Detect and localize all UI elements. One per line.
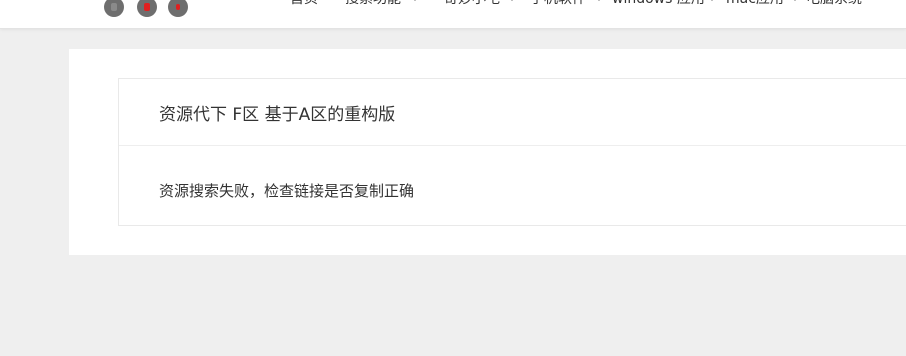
error-message: 资源搜索失败，检查链接是否复制正确	[159, 182, 415, 200]
nav-item-pc-systems[interactable]: 电脑系统	[806, 0, 862, 8]
panel-title: 资源代下 F区 基于A区的重构版	[159, 105, 396, 125]
top-navigation-bar: 首页 搜索功能 奇妙小屯 手机软件 windows 应用 mac应用 电脑系统	[0, 0, 906, 29]
chevron-down-icon	[411, 0, 419, 1]
result-panel: 资源代下 F区 基于A区的重构版 资源搜索失败，检查链接是否复制正确	[118, 78, 906, 226]
nav-item-windows-apps[interactable]: windows 应用	[612, 0, 705, 8]
content-container: 资源代下 F区 基于A区的重构版 资源搜索失败，检查链接是否复制正确	[69, 49, 906, 255]
nav-item-home[interactable]: 首页	[290, 0, 318, 8]
nav-item-mobile-software[interactable]: 手机软件	[530, 0, 586, 8]
chevron-down-icon	[508, 0, 516, 1]
chevron-down-icon	[708, 0, 716, 1]
nav-item-search[interactable]: 搜索功能	[345, 0, 401, 8]
main-nav: 首页 搜索功能 奇妙小屯 手机软件 windows 应用 mac应用 电脑系统	[0, 0, 906, 28]
panel-header: 资源代下 F区 基于A区的重构版	[119, 79, 906, 146]
chevron-down-icon	[791, 0, 799, 1]
nav-item-wonder-hut[interactable]: 奇妙小屯	[444, 0, 500, 8]
chevron-down-icon	[595, 0, 603, 1]
nav-item-mac-apps[interactable]: mac应用	[726, 0, 784, 8]
